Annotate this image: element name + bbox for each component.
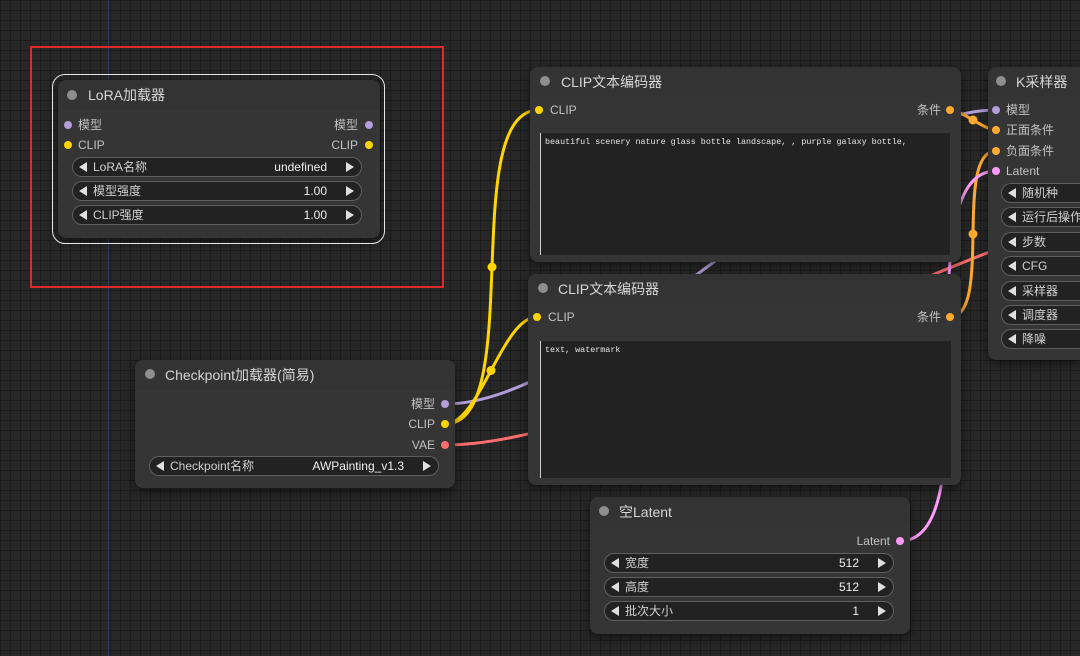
arrow-left-icon[interactable] (611, 582, 619, 592)
arrow-right-icon[interactable] (878, 582, 886, 592)
output-slot-model[interactable] (441, 400, 449, 408)
arrow-left-icon[interactable] (1008, 212, 1016, 222)
input-label-positive: 正面条件 (1006, 123, 1055, 137)
output-label-conditioning: 条件 (916, 310, 941, 324)
empty-latent-node[interactable]: 空Latent Latent 宽度 512 高度 512 批次大小 1 (590, 497, 910, 634)
widget-denoise[interactable]: 降噪 (1001, 329, 1080, 349)
widget-label: 调度器 (1022, 308, 1059, 322)
node-title: CLIP文本编码器 (561, 74, 663, 90)
widget-seed[interactable]: 随机种 (1001, 183, 1080, 203)
clip-text-encoder-node-2[interactable]: CLIP文本编码器 CLIP 条件 text, watermark (528, 274, 961, 485)
input-label-latent: Latent (1006, 164, 1040, 178)
widget-cfg[interactable]: CFG (1001, 256, 1080, 276)
arrow-left-icon[interactable] (1008, 286, 1016, 296)
output-label-vae: VAE (411, 438, 435, 452)
arrow-left-icon[interactable] (1008, 310, 1016, 320)
status-dot-icon[interactable] (538, 283, 548, 293)
node-graph-canvas[interactable]: LoRA加载器 模型 模型 CLIP CLIP LoRA名称 undefined… (0, 0, 1080, 656)
input-slot-negative[interactable] (992, 147, 1000, 155)
link-midpoint-handle[interactable] (486, 366, 496, 375)
widget-width[interactable]: 宽度 512 (604, 553, 894, 573)
node-title: K采样器 (1016, 74, 1068, 90)
checkpoint-loader-node[interactable]: Checkpoint加载器(简易) 模型 CLIP VAE Checkpoint… (135, 360, 455, 488)
widget-sampler[interactable]: 采样器 (1001, 281, 1080, 301)
status-dot-icon[interactable] (145, 369, 155, 379)
node-title: Checkpoint加载器(简易) (165, 367, 315, 383)
link-midpoint-handle[interactable] (487, 262, 497, 272)
widget-steps[interactable]: 步数 (1001, 232, 1080, 252)
widget-value: 512 (838, 580, 859, 594)
output-slot-vae[interactable] (441, 441, 449, 449)
output-label-clip: CLIP (408, 417, 435, 431)
input-slot-clip[interactable] (533, 313, 541, 321)
ksampler-node[interactable]: K采样器 模型 正面条件 负面条件 Latent 随机种 运行后操作 步数 CF… (988, 67, 1080, 360)
output-label-latent: Latent (856, 534, 890, 548)
widget-label: 随机种 (1022, 186, 1059, 200)
widget-checkpoint-name[interactable]: Checkpoint名称 AWPainting_v1.3 (149, 456, 439, 476)
node-title: 空Latent (619, 504, 672, 520)
widget-control-after-generate[interactable]: 运行后操作 (1001, 207, 1080, 227)
widget-value: 512 (838, 556, 859, 570)
arrow-left-icon[interactable] (1008, 237, 1016, 247)
link-midpoint-handle[interactable] (968, 115, 978, 125)
input-label-negative: 负面条件 (1006, 144, 1055, 158)
widget-scheduler[interactable]: 调度器 (1001, 305, 1080, 325)
output-label-conditioning: 条件 (916, 103, 941, 117)
input-label-clip: CLIP (550, 103, 577, 117)
node-title: CLIP文本编码器 (558, 281, 660, 297)
arrow-left-icon[interactable] (1008, 334, 1016, 344)
output-slot-conditioning[interactable] (946, 313, 954, 321)
link-midpoint-handle[interactable] (968, 229, 978, 239)
widget-label: 宽度 (625, 556, 650, 570)
arrow-left-icon[interactable] (156, 461, 164, 471)
arrow-right-icon[interactable] (423, 461, 431, 471)
output-slot-conditioning[interactable] (946, 106, 954, 114)
widget-label: 采样器 (1022, 284, 1059, 298)
arrow-left-icon[interactable] (1008, 261, 1016, 271)
widget-label: CFG (1022, 259, 1048, 273)
input-label-model: 模型 (1006, 103, 1031, 117)
prompt-textarea[interactable]: text, watermark (540, 341, 951, 478)
node-selection-outline (52, 74, 385, 244)
arrow-right-icon[interactable] (878, 606, 886, 616)
arrow-left-icon[interactable] (611, 558, 619, 568)
output-slot-clip[interactable] (441, 420, 449, 428)
widget-value: 1 (852, 604, 859, 618)
widget-label: 高度 (625, 580, 650, 594)
widget-batch-size[interactable]: 批次大小 1 (604, 601, 894, 621)
arrow-left-icon[interactable] (1008, 188, 1016, 198)
prompt-textarea[interactable]: beautiful scenery nature glass bottle la… (540, 133, 950, 255)
widget-label: 批次大小 (625, 604, 674, 618)
widget-height[interactable]: 高度 512 (604, 577, 894, 597)
input-slot-positive[interactable] (992, 126, 1000, 134)
arrow-left-icon[interactable] (611, 606, 619, 616)
arrow-right-icon[interactable] (878, 558, 886, 568)
status-dot-icon[interactable] (996, 76, 1006, 86)
widget-label: Checkpoint名称 (170, 459, 255, 473)
clip-text-encoder-node-1[interactable]: CLIP文本编码器 CLIP 条件 beautiful scenery natu… (530, 67, 961, 262)
input-slot-model[interactable] (992, 106, 1000, 114)
status-dot-icon[interactable] (540, 76, 550, 86)
input-slot-clip[interactable] (535, 106, 543, 114)
widget-value: AWPainting_v1.3 (312, 459, 404, 473)
output-label-model: 模型 (410, 397, 435, 411)
status-dot-icon[interactable] (599, 506, 609, 516)
output-slot-latent[interactable] (896, 537, 904, 545)
widget-label: 降噪 (1022, 332, 1047, 346)
input-label-clip: CLIP (548, 310, 575, 324)
input-slot-latent[interactable] (992, 167, 1000, 175)
widget-label: 步数 (1022, 235, 1047, 249)
widget-label: 运行后操作 (1022, 210, 1080, 224)
